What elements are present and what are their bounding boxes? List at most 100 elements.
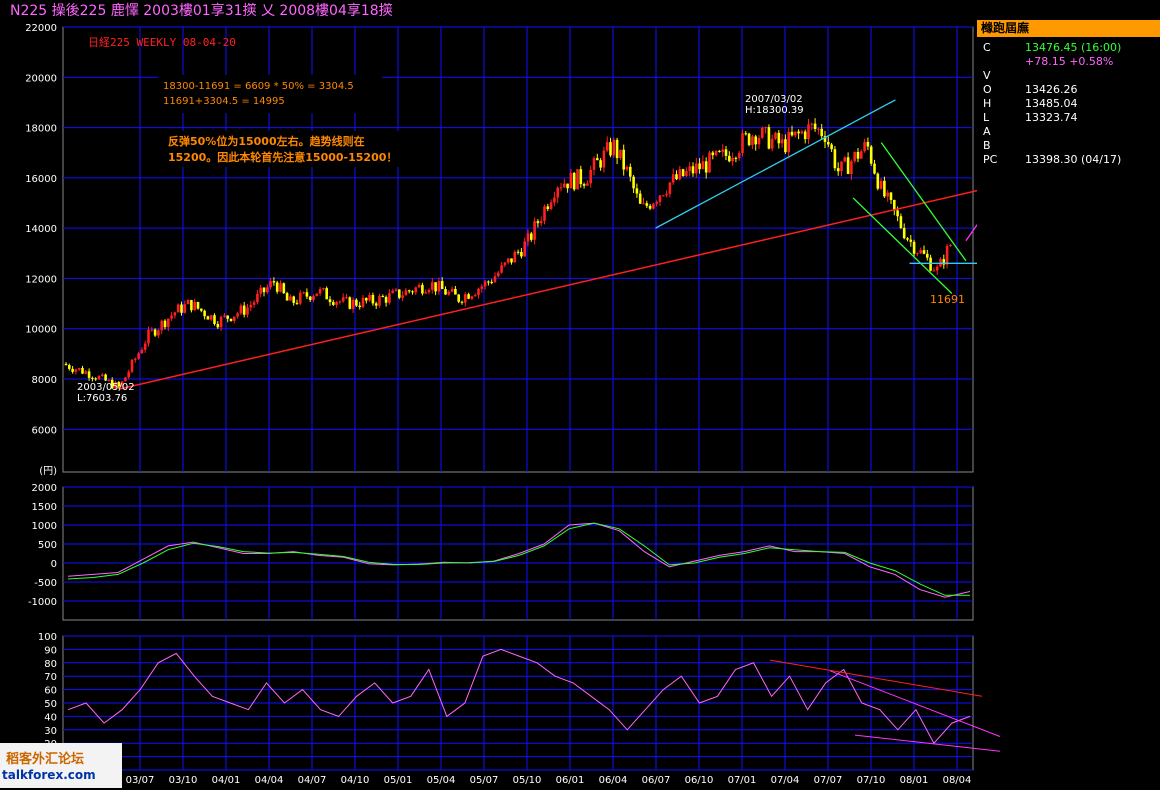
x-tick-label: 06/10 <box>685 775 714 786</box>
candle-body <box>506 258 510 263</box>
candle-body <box>853 151 856 162</box>
candle-body <box>704 161 708 173</box>
candle-body <box>764 127 767 129</box>
candle-body <box>757 137 761 145</box>
macd-tick-label: -1000 <box>28 597 57 608</box>
candle-body <box>424 292 427 294</box>
candle-body <box>774 132 777 139</box>
candle-body <box>648 205 652 209</box>
candle-body <box>566 183 569 189</box>
candle-body <box>539 220 543 224</box>
quote-value: 13485.04 <box>1025 97 1078 110</box>
candle-body <box>153 329 157 336</box>
macd-tick-label: 500 <box>38 540 57 551</box>
x-tick-label: 04/01 <box>212 775 241 786</box>
rsi-line <box>67 648 971 745</box>
candle-body <box>239 305 243 314</box>
quote-label: PC <box>983 153 998 166</box>
x-tick-label: 05/01 <box>384 775 413 786</box>
candle-body <box>889 192 893 200</box>
candle-body <box>160 320 163 331</box>
candle-body <box>464 294 467 303</box>
candle-body <box>163 320 167 328</box>
x-tick-label: 05/07 <box>470 775 499 786</box>
candle-body <box>143 343 147 350</box>
candle-body <box>926 253 929 258</box>
candle-body <box>576 169 579 190</box>
candle-body <box>272 281 276 283</box>
candle-body <box>906 238 909 240</box>
price-tick-label: 20000 <box>25 73 57 84</box>
candle-body <box>579 169 583 185</box>
watermark-logo: 稻客外汇论坛 talkforex.com <box>0 743 122 788</box>
candle-body <box>533 221 536 240</box>
candle-body <box>780 139 784 144</box>
candle-body <box>846 157 850 174</box>
candle-body <box>101 374 104 377</box>
candle-body <box>252 302 256 305</box>
candle-body <box>523 241 526 257</box>
candle-body <box>843 157 847 162</box>
candle-body <box>714 150 718 156</box>
candle-body <box>348 297 352 309</box>
calc-line-2: 11691+3304.5 = 14995 <box>163 96 285 107</box>
price-tick-label: 6000 <box>32 425 57 436</box>
quote-value: 13426.26 <box>1025 83 1078 96</box>
candle-body <box>787 131 790 153</box>
candle-body <box>454 288 457 295</box>
candle-body <box>860 151 863 159</box>
candle-body <box>97 376 101 380</box>
candle-body <box>447 291 451 295</box>
candle-body <box>401 295 404 298</box>
x-tick-label: 06/04 <box>599 775 628 786</box>
candle-body <box>302 292 305 294</box>
candle-body <box>84 371 88 374</box>
candle-body <box>388 293 391 303</box>
candle-body <box>899 216 903 229</box>
candle-body <box>708 152 711 173</box>
candle-body <box>437 281 441 292</box>
candle-body <box>629 166 632 177</box>
candle-body <box>681 169 685 177</box>
candle-body <box>107 379 111 381</box>
candle-body <box>200 308 203 311</box>
candle-body <box>919 250 922 254</box>
candle-body <box>807 124 810 140</box>
candle-body <box>912 241 916 254</box>
x-tick-label: 08/01 <box>900 775 929 786</box>
candle-body <box>695 163 698 174</box>
candle-body <box>747 133 751 146</box>
candle-body <box>589 169 592 184</box>
comment-line-2: 15200。因此本轮首先注意15000-15200！ <box>168 150 397 164</box>
candle-body <box>295 302 299 304</box>
candle-body <box>638 193 642 204</box>
candle-body <box>127 371 130 378</box>
x-tick-label: 04/07 <box>298 775 327 786</box>
candle-body <box>186 300 190 305</box>
candle-body <box>761 127 764 138</box>
candle-body <box>318 288 322 294</box>
candle-body <box>236 313 239 317</box>
candle-body <box>170 315 173 319</box>
candle-body <box>721 149 724 152</box>
candle-body <box>256 293 259 303</box>
candle-body <box>945 245 949 265</box>
candle-body <box>183 304 187 313</box>
candle-body <box>671 174 675 183</box>
candle-body <box>691 166 695 174</box>
candle-body <box>678 169 682 180</box>
candle-body <box>431 282 434 290</box>
candle-body <box>599 160 602 168</box>
candle-body <box>332 302 335 305</box>
candle-body <box>262 287 266 293</box>
candle-body <box>886 192 889 197</box>
candle-body <box>698 163 701 170</box>
candle-body <box>665 193 668 196</box>
candle-body <box>404 290 408 296</box>
calc-line-1: 18300-11691 = 6609 * 50% = 3304.5 <box>163 81 354 92</box>
candle-body <box>497 272 500 277</box>
price-tick-label: 22000 <box>25 23 57 34</box>
price-tick-label: 8000 <box>32 375 57 386</box>
candle-body <box>856 151 860 159</box>
candle-body <box>642 203 645 205</box>
